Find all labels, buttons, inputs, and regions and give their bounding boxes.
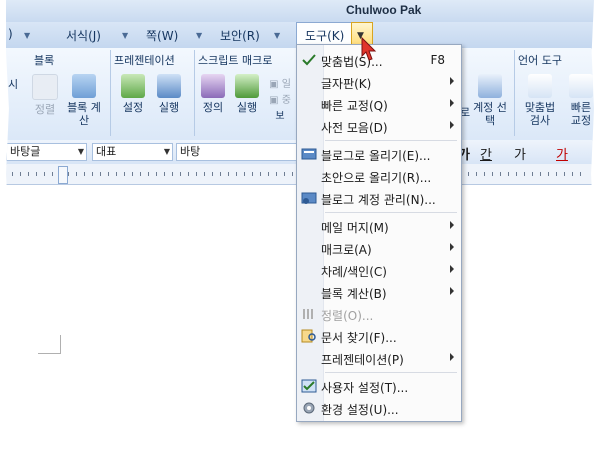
button-label: 설정 <box>122 101 144 114</box>
button-label: 계정 선택 <box>473 101 507 127</box>
menu-item-blog-upload[interactable]: 블로그로 올리기(E)... <box>297 143 461 165</box>
menu-item-presentation[interactable]: 프레젠테이션(P) <box>297 347 461 369</box>
button-label: 시 <box>7 78 19 91</box>
window-title: Chulwoo Pak <box>346 3 422 17</box>
menu-item-mail-merge[interactable]: 메일 머지(M) <box>297 215 461 237</box>
presentation-run-button[interactable]: 실행 <box>154 74 184 114</box>
menu-separator <box>325 212 457 213</box>
submenu-arrow-icon <box>450 287 454 295</box>
account-select-button[interactable]: 계정 선택 <box>472 74 508 127</box>
quick-correct-icon <box>569 74 593 98</box>
submenu-arrow-icon <box>450 265 454 273</box>
block-calc-button[interactable]: 블록 계산 <box>64 74 104 127</box>
menu-item-sort[interactable]: 정렬(O)... <box>297 303 461 325</box>
spellcheck-icon <box>528 74 552 98</box>
group-title-language: 언어 도구 <box>518 54 562 67</box>
menu-item-keyboard[interactable]: 글자판(K) <box>297 71 461 93</box>
blog-account-icon <box>301 192 317 204</box>
chevron-down-icon: ▼ <box>163 147 170 156</box>
ribbon-button-partial[interactable]: 시 <box>6 78 20 91</box>
menu-item-block-calc[interactable]: 블록 계산(B) <box>297 281 461 303</box>
group-title-script: 스크립트 매크로 <box>198 54 273 67</box>
title-bar: Chulwoo Pak <box>6 0 594 22</box>
menu-item-spellcheck[interactable]: 맞춤법(S)... F8 <box>297 49 461 71</box>
submenu-arrow-icon <box>450 353 454 361</box>
account-icon <box>478 74 502 98</box>
quick-correct-button[interactable]: 빠른 교정 <box>566 74 594 127</box>
submenu-arrow-icon <box>450 243 454 251</box>
gear-icon <box>303 402 315 414</box>
tab-dropdown-icon[interactable]: ▼ <box>196 31 202 40</box>
button-label: 정렬 <box>34 103 56 116</box>
user-settings-icon <box>301 379 317 393</box>
menu-item-user-settings[interactable]: 사용자 설정(T)... <box>297 375 461 397</box>
menu-item-preferences[interactable]: 환경 설정(U)... <box>297 397 461 419</box>
language-font-select[interactable]: 대표 ▼ <box>92 143 173 161</box>
spellcheck-button[interactable]: 맞춤법 검사 <box>520 74 560 127</box>
style-select[interactable]: 바탕글 ▼ <box>6 143 87 161</box>
macro-run-button[interactable]: 실행 <box>232 74 262 114</box>
spellcheck-icon <box>302 54 316 66</box>
button-label: 실행 <box>158 101 180 114</box>
submenu-arrow-icon <box>450 121 454 129</box>
tab-dropdown-icon[interactable]: ▼ <box>24 31 30 40</box>
button-label: 맞춤법 검사 <box>524 101 556 127</box>
mouse-cursor-icon <box>361 36 377 61</box>
menu-separator <box>325 140 457 141</box>
group-title-block: 블록 <box>34 54 55 67</box>
divider <box>110 50 111 136</box>
margin-marker <box>38 335 61 354</box>
sort-icon <box>303 309 313 319</box>
menu-item-quick-correct[interactable]: 빠른 교정(Q) <box>297 93 461 115</box>
button-label: 블록 계산 <box>67 101 101 127</box>
submenu-arrow-icon <box>450 99 454 107</box>
tab-page[interactable]: 쪽(W) <box>146 27 178 44</box>
macro-define-icon <box>201 74 225 98</box>
sort-icon <box>32 74 58 100</box>
tab-partial[interactable]: ) <box>8 27 13 41</box>
menu-item-dictionary[interactable]: 사전 모음(D) <box>297 115 461 137</box>
tab-dropdown-icon[interactable]: ▼ <box>122 31 128 40</box>
button-label: 실행 <box>236 101 258 114</box>
tab-tools-label: 도구(K) <box>305 29 345 43</box>
font-select[interactable]: 바탕 <box>176 143 299 161</box>
menu-separator <box>325 372 457 373</box>
tab-security[interactable]: 보안(R) <box>220 27 260 44</box>
app-window: Chulwoo Pak ) ▼ 서식(J) ▼ 쪽(W) ▼ 보안(R) ▼ 도… <box>6 0 594 435</box>
menu-item-blog-account[interactable]: 블로그 계정 관리(N)... <box>297 187 461 209</box>
strike-button[interactable]: 가 <box>514 144 526 163</box>
language-font-value: 대표 <box>96 145 117 158</box>
button-label: 빠른 교정 <box>570 101 592 127</box>
presentation-setup-button[interactable]: 설정 <box>118 74 148 114</box>
tools-menu: 맞춤법(S)... F8 글자판(K) 빠른 교정(Q) 사전 모음(D) 블로… <box>296 44 462 422</box>
text-color-button[interactable]: 가 <box>556 144 568 163</box>
presentation-run-icon <box>157 74 181 98</box>
menu-item-toc-index[interactable]: 차례/색인(C) <box>297 259 461 281</box>
group-title-presentation: 프레젠테이션 <box>114 54 175 67</box>
divider <box>194 50 195 136</box>
chevron-down-icon: ▼ <box>77 147 84 156</box>
underline-button[interactable]: 간 <box>480 144 492 163</box>
ribbon-small-buttons: ▣ 일 ▣ 중 보 <box>269 79 291 122</box>
divider <box>514 50 515 136</box>
indent-marker[interactable] <box>58 166 68 184</box>
tab-format[interactable]: 서식(J) <box>66 27 101 44</box>
font-value: 바탕 <box>180 145 201 158</box>
presentation-setup-icon <box>121 74 145 98</box>
submenu-arrow-icon <box>450 221 454 229</box>
button-label: 보 <box>275 111 285 122</box>
tab-dropdown-icon[interactable]: ▼ <box>274 31 280 40</box>
sort-button[interactable]: 정렬 <box>30 74 60 116</box>
calculator-icon <box>72 74 96 98</box>
menu-item-macro[interactable]: 매크로(A) <box>297 237 461 259</box>
blog-upload-icon <box>301 148 317 160</box>
submenu-arrow-icon <box>450 77 454 85</box>
find-doc-icon <box>301 329 316 343</box>
style-value: 바탕글 <box>10 145 41 158</box>
macro-run-icon <box>235 74 259 98</box>
menu-item-find-doc[interactable]: 문서 찾기(F)... <box>297 325 461 347</box>
macro-define-button[interactable]: 정의 <box>198 74 228 114</box>
menu-item-draft-upload[interactable]: 초안으로 올리기(R)... <box>297 165 461 187</box>
button-label: 정의 <box>202 101 224 114</box>
